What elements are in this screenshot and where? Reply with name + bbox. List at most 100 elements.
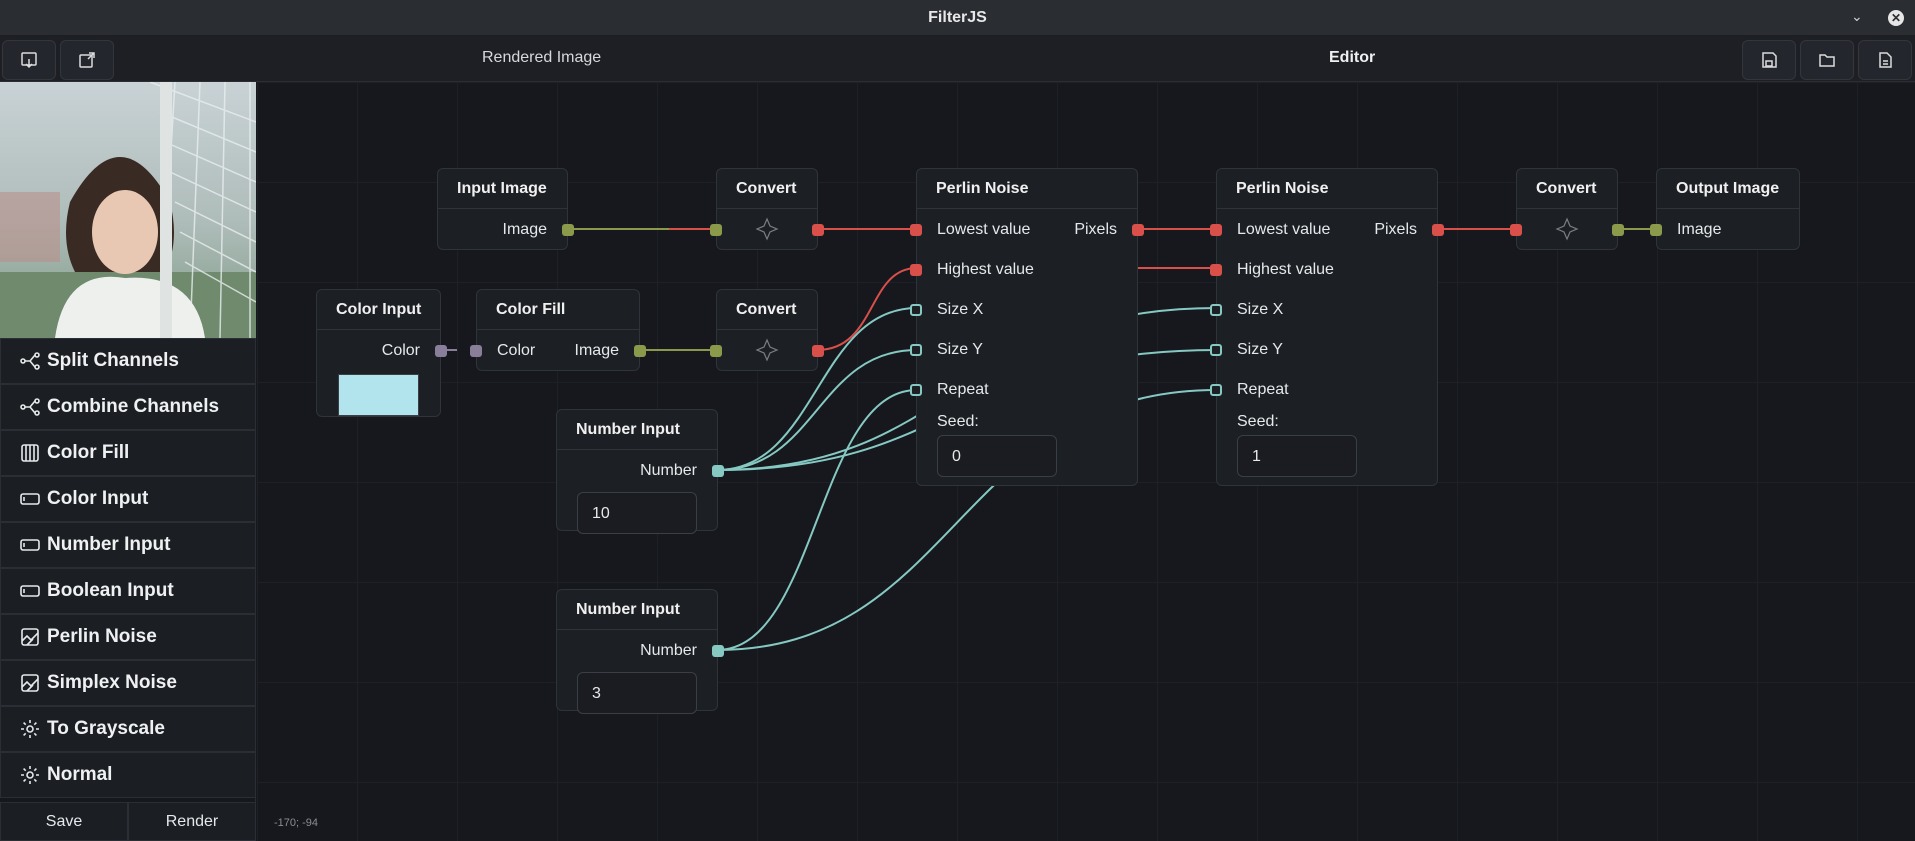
node-number-input[interactable]: Number Input Number 3	[556, 589, 724, 714]
node-title: Convert	[1517, 169, 1617, 209]
node-title: Number Input	[557, 590, 717, 630]
node-convert[interactable]: Convert	[710, 168, 824, 250]
image-download-icon	[21, 52, 37, 69]
input-port[interactable]	[1210, 384, 1222, 396]
node-title: Number Input	[557, 410, 717, 450]
gear-icon	[19, 718, 47, 740]
node-perlin-noise[interactable]: Perlin Noise Lowest value Pixels Highest…	[1210, 168, 1444, 486]
sparkle-icon	[1555, 217, 1579, 241]
input-port[interactable]	[910, 384, 922, 396]
sidebar-item-label: Perlin Noise	[47, 626, 157, 647]
split-channels-icon	[19, 350, 47, 372]
editor-label: Editor	[1329, 49, 1376, 66]
node-perlin-noise[interactable]: Perlin Noise Lowest value Pixels Highest…	[910, 168, 1144, 486]
output-port[interactable]	[1132, 224, 1144, 236]
save-icon	[1762, 52, 1777, 68]
sidebar-item-to-grayscale[interactable]: To Grayscale	[0, 706, 256, 752]
port-label: Size Y	[1237, 341, 1283, 358]
sparkle-icon	[755, 338, 779, 362]
sidebar-item-color-fill[interactable]: Color Fill	[0, 430, 256, 476]
input-port[interactable]	[910, 264, 922, 276]
rendered-image-label: Rendered Image	[482, 49, 602, 66]
seed-field[interactable]: 1	[1237, 435, 1357, 477]
sidebar-item-number-input[interactable]: Number Input	[0, 522, 256, 568]
sidebar-item-color-input[interactable]: Color Input	[0, 476, 256, 522]
input-port[interactable]	[710, 224, 722, 236]
file-icon	[1879, 52, 1892, 68]
port-label: Repeat	[937, 381, 989, 398]
save-button[interactable]: Save	[0, 802, 128, 841]
sparkle-icon	[755, 217, 779, 241]
node-color-input[interactable]: Color Input Color	[316, 289, 447, 417]
save-file-button[interactable]	[1742, 40, 1796, 80]
output-port[interactable]	[812, 224, 824, 236]
node-output-image[interactable]: Output Image Image	[1650, 168, 1800, 250]
input-port[interactable]	[1210, 344, 1222, 356]
close-icon[interactable]: ✕	[1888, 10, 1904, 26]
input-port[interactable]	[1650, 224, 1662, 236]
input-port[interactable]	[910, 344, 922, 356]
node-title: Perlin Noise	[1217, 169, 1437, 209]
color-input-icon	[19, 488, 47, 510]
input-port[interactable]	[910, 304, 922, 316]
input-port[interactable]	[1210, 304, 1222, 316]
new-file-button[interactable]	[1858, 40, 1912, 80]
node-color-fill[interactable]: Color Fill Color Image	[470, 289, 646, 371]
sidebar-item-label: Split Channels	[47, 350, 179, 371]
open-preview-button[interactable]	[60, 40, 114, 80]
sidebar-item-split-channels[interactable]: Split Channels	[0, 338, 256, 384]
sidebar-item-label: Boolean Input	[47, 580, 174, 601]
node-convert[interactable]: Convert	[710, 289, 824, 371]
node-title: Convert	[717, 169, 817, 209]
input-port[interactable]	[710, 345, 722, 357]
color-swatch[interactable]	[338, 374, 419, 416]
output-port[interactable]	[1612, 224, 1624, 236]
seed-field[interactable]: 0	[937, 435, 1057, 477]
input-port[interactable]	[1210, 224, 1222, 236]
port-label: Highest value	[937, 261, 1034, 278]
sidebar-item-simplex-noise[interactable]: Simplex Noise	[0, 660, 256, 706]
node-number-input[interactable]: Number Input Number 10	[556, 409, 724, 534]
sidebar-item-combine-channels[interactable]: Combine Channels	[0, 384, 256, 430]
node-title: Input Image	[438, 169, 567, 209]
folder-icon	[1819, 54, 1835, 67]
output-port[interactable]	[562, 224, 574, 236]
node-input-image[interactable]: Input Image Image	[437, 168, 574, 250]
output-port[interactable]	[1432, 224, 1444, 236]
output-port[interactable]	[634, 345, 646, 357]
external-window-icon	[79, 52, 95, 68]
number-field[interactable]: 3	[577, 672, 697, 714]
number-field[interactable]: 10	[577, 492, 697, 534]
sidebar-item-perlin-noise[interactable]: Perlin Noise	[0, 614, 256, 660]
node-convert[interactable]: Convert	[1510, 168, 1624, 250]
input-port[interactable]	[470, 345, 482, 357]
rendered-image-preview	[0, 82, 256, 338]
port-label: Size X	[937, 301, 984, 318]
output-port[interactable]	[712, 645, 724, 657]
port-label: Size Y	[937, 341, 983, 358]
input-port[interactable]	[1510, 224, 1522, 236]
color-fill-icon	[19, 442, 47, 464]
node-title: Perlin Noise	[917, 169, 1137, 209]
chevron-down-icon[interactable]: ⌄	[1851, 8, 1863, 25]
open-folder-button[interactable]	[1800, 40, 1854, 80]
sidebar-item-boolean-input[interactable]: Boolean Input	[0, 568, 256, 614]
export-image-button[interactable]	[2, 40, 56, 80]
render-button[interactable]: Render	[128, 802, 256, 841]
perlin-noise-icon	[19, 626, 47, 648]
sidebar-item-normal[interactable]: Normal	[0, 752, 256, 798]
port-label: Number	[640, 642, 697, 659]
title-bar: FilterJS ⌄ ✕	[0, 0, 1915, 36]
input-port[interactable]	[910, 224, 922, 236]
gear-icon	[19, 764, 47, 786]
port-label: Image	[502, 221, 547, 238]
output-port[interactable]	[435, 345, 447, 357]
output-port[interactable]	[712, 465, 724, 477]
sidebar-item-label: Number Input	[47, 534, 171, 555]
node-editor-canvas[interactable]: Input Image Image Convert Color Input Co…	[257, 82, 1915, 841]
combine-channels-icon	[19, 396, 47, 418]
output-port[interactable]	[812, 345, 824, 357]
input-port[interactable]	[1210, 264, 1222, 276]
port-label: Lowest value	[937, 221, 1031, 238]
boolean-input-icon	[19, 580, 47, 602]
